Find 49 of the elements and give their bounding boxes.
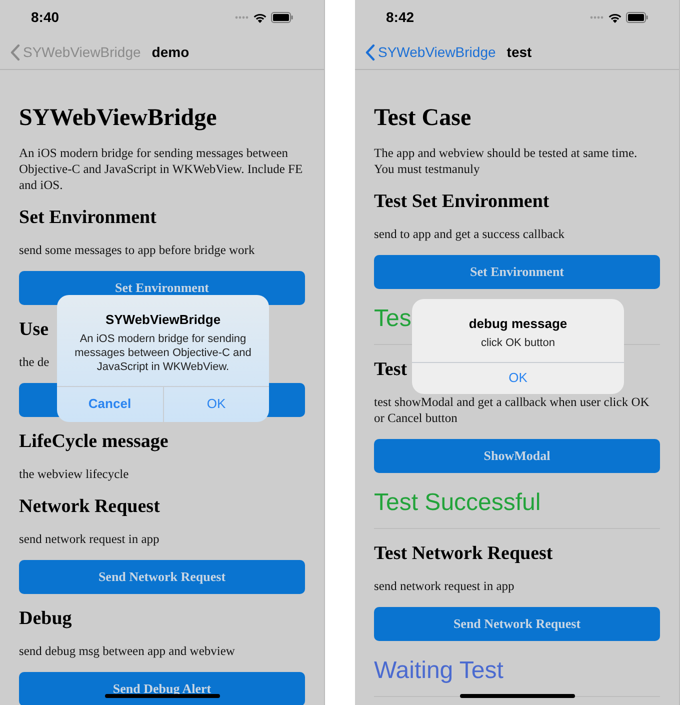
back-button[interactable]: SYWebViewBridge	[0, 42, 141, 62]
back-chevron-icon	[365, 44, 375, 60]
test-status: Tes	[374, 304, 412, 334]
description-text: The app and webview should be tested at same time. You must testmanuly	[374, 145, 638, 177]
nav-title: demo	[152, 42, 190, 62]
description-text: the webview lifecycle	[19, 466, 129, 482]
wifi-icon	[253, 12, 267, 22]
back-chevron-icon	[10, 44, 20, 60]
section-heading: Test Set Environment	[374, 190, 550, 214]
action-button[interactable]: ShowModal	[374, 439, 660, 473]
page-heading: SYWebViewBridge	[19, 104, 217, 133]
signal-icon	[590, 16, 604, 19]
battery-icon	[271, 12, 293, 23]
action-button[interactable]: Send Network Request	[19, 560, 305, 594]
section-heading: Test Network Request	[374, 542, 553, 566]
alert-message: click OK button	[481, 336, 555, 350]
section-heading: Debug	[19, 607, 72, 631]
section-heading: Use	[19, 318, 49, 342]
section-heading: Test	[374, 358, 408, 382]
alert-title: debug message	[468, 315, 568, 333]
alert-title: SYWebViewBridge	[105, 311, 221, 329]
description-text: send some messages to app before bridge work	[19, 242, 255, 258]
description-text: test showModal and get a callback when user click OK or Cancel button	[374, 394, 650, 426]
description-text: An iOS modern bridge for sending messages between Objective-C and JavaScript in WKWebView. Include FE and iOS.	[19, 145, 304, 193]
test-status: Waiting Test	[374, 656, 504, 686]
description-text: send debug msg between app and webview	[19, 643, 235, 659]
alert-button[interactable]: Cancel	[57, 386, 162, 422]
section-heading: Set Environment	[19, 206, 156, 230]
test-status: Test Successful	[374, 488, 541, 518]
section-heading: LifeCycle message	[19, 430, 168, 454]
description-text: send to app and get a success callback	[374, 226, 565, 242]
alert-button[interactable]: OK	[412, 362, 624, 394]
status-time: 8:40	[31, 8, 60, 27]
signal-icon	[235, 16, 249, 19]
nav-title: test	[506, 42, 532, 62]
description-text: send network request in app	[19, 531, 160, 547]
back-button[interactable]: SYWebViewBridge	[355, 42, 496, 62]
wifi-icon	[608, 12, 622, 22]
description-text: send network request in app	[374, 578, 514, 594]
section-heading: Network Request	[19, 495, 160, 519]
battery-icon	[626, 12, 648, 23]
page-heading: Test Case	[374, 104, 472, 133]
action-button[interactable]: Send Debug Alert	[19, 672, 305, 705]
alert-message: An iOS modern bridge for sending messages between Objective-C and JavaScript in WKWebView.	[74, 332, 252, 374]
alert-button[interactable]: OK	[162, 386, 269, 422]
action-button[interactable]: Send Network Request	[374, 607, 660, 641]
status-time: 8:42	[386, 8, 414, 27]
description-text: the de	[19, 354, 50, 370]
action-button[interactable]: Set Environment	[374, 255, 660, 289]
